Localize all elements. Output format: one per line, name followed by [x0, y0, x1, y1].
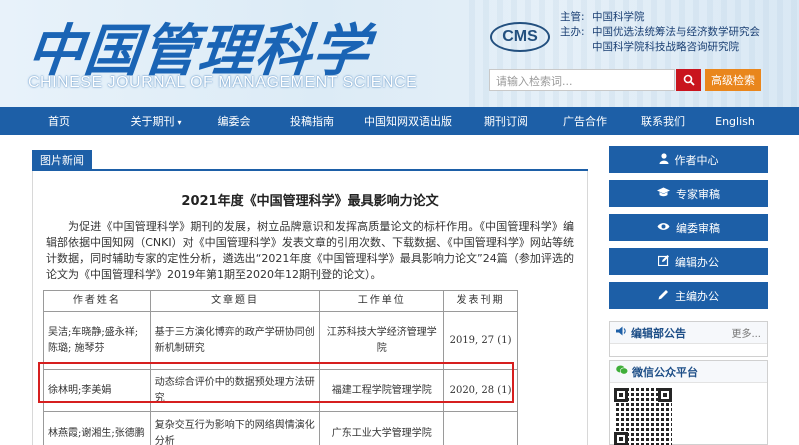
search-input[interactable]: 请输入检索词...	[489, 69, 675, 91]
cell-title: 复杂交互行为影响下的网络舆情演化分析	[149, 411, 321, 445]
org-key: 主办:	[560, 26, 585, 38]
cell-issue: 2019, 27 (1)	[443, 311, 518, 370]
expert-review-label: 专家审稿	[676, 187, 720, 201]
cell-title: 基于三方演化博弈的政产学研协同创新机制研究	[149, 311, 321, 370]
wechat-icon	[616, 365, 629, 378]
nav-about-label: 关于期刊	[130, 115, 175, 128]
notice-box: 编辑部公告 更多...	[609, 321, 768, 357]
highlight-box	[38, 362, 514, 403]
chief-editor-office-label: 主编办公	[675, 289, 719, 303]
wechat-title: 微信公众平台	[632, 365, 698, 379]
graduation-cap-icon	[657, 187, 670, 200]
cell-authors: 吴洁;车晓静;盛永祥;陈璐; 施琴芬	[43, 311, 151, 370]
nav-about[interactable]: 关于期刊 ▾	[118, 113, 194, 129]
org-value: 中国科学院科技战略咨询研究院	[592, 41, 739, 53]
nav-cnki-bilingual[interactable]: 中国知网双语出版	[350, 113, 466, 129]
column-header: 作者姓名	[43, 290, 151, 312]
cell-org: 广东工业大学管理学院	[319, 411, 445, 445]
pencil-icon	[658, 289, 669, 303]
notice-title: 编辑部公告	[631, 326, 686, 340]
expert-review-button[interactable]: 专家审稿	[609, 180, 768, 207]
site-header: 中国管理科学 CHINESE JOURNAL OF MANAGEMENT SCI…	[0, 0, 799, 107]
volume-icon	[616, 326, 627, 339]
nav-advertising[interactable]: 广告合作	[546, 113, 624, 129]
org-value: 中国科学院	[592, 11, 645, 23]
editor-review-label: 编委审稿	[676, 221, 720, 235]
cms-badge: CMS	[490, 22, 550, 52]
advanced-search-button[interactable]: 高级检索	[705, 69, 761, 91]
table-row: 林燕霞;谢湘生;张德鹏 复杂交互行为影响下的网络舆情演化分析 广东工业大学管理学…	[43, 411, 518, 445]
cell-org: 江苏科技大学经济管理学院	[319, 311, 445, 370]
author-center-button[interactable]: 作者中心	[609, 146, 768, 173]
nav-english[interactable]: English	[702, 115, 768, 128]
org-key: 主管:	[560, 11, 585, 23]
edit-icon	[657, 254, 669, 269]
nav-home[interactable]: 首页	[0, 113, 118, 129]
org-value: 中国优选法统筹法与经济数学研究会	[592, 26, 760, 38]
wechat-header: 微信公众平台	[610, 361, 767, 383]
author-center-label: 作者中心	[674, 153, 719, 167]
column-header: 工作单位	[319, 290, 445, 312]
tab-underline	[32, 169, 588, 171]
editor-review-button[interactable]: 编委审稿	[609, 214, 768, 241]
chief-editor-office-button[interactable]: 主编办公	[609, 282, 768, 309]
table-row: 吴洁;车晓静;盛永祥;陈璐; 施琴芬 基于三方演化博弈的政产学研协同创新机制研究…	[43, 311, 518, 370]
column-header: 文章题目	[149, 290, 321, 312]
wechat-qr-code	[614, 388, 672, 445]
eye-icon	[657, 221, 670, 234]
cell-issue	[443, 411, 518, 445]
table-header-row: 作者姓名 文章题目 工作单位 发表刊期	[43, 290, 518, 312]
tab-picture-news[interactable]: 图片新闻	[32, 150, 92, 169]
main-nav: 首页 关于期刊 ▾ 编委会 投稿指南 中国知网双语出版 期刊订阅 广告合作 联系我…	[0, 107, 799, 135]
nav-editorial-board[interactable]: 编委会	[194, 113, 274, 129]
search-button[interactable]	[676, 69, 701, 91]
editorial-office-button[interactable]: 编辑办公	[609, 248, 768, 275]
chevron-down-icon: ▾	[177, 118, 182, 127]
notice-more-link[interactable]: 更多...	[731, 325, 761, 340]
article-title: 2021年度《中国管理科学》最具影响力论文	[181, 194, 439, 209]
notice-header: 编辑部公告 更多...	[610, 322, 767, 344]
organization-info: 主管: 中国科学院 主办: 中国优选法统筹法与经济数学研究会 中国科学院科技战略咨询…	[560, 10, 760, 55]
user-icon	[659, 152, 669, 167]
editorial-office-label: 编辑办公	[675, 255, 719, 269]
article-body: 为促进《中国管理科学》期刊的发展，树立品牌意识和发挥高质量论文的标杆作用。《中国…	[46, 220, 574, 281]
journal-logo-english: CHINESE JOURNAL OF MANAGEMENT SCIENCE	[28, 74, 418, 91]
nav-subscription[interactable]: 期刊订阅	[466, 113, 546, 129]
search-icon	[683, 74, 695, 86]
cell-authors: 林燕霞;谢湘生;张德鹏	[43, 411, 151, 445]
nav-submission-guide[interactable]: 投稿指南	[274, 113, 350, 129]
column-header: 发表刊期	[443, 290, 518, 312]
nav-contact[interactable]: 联系我们	[624, 113, 702, 129]
